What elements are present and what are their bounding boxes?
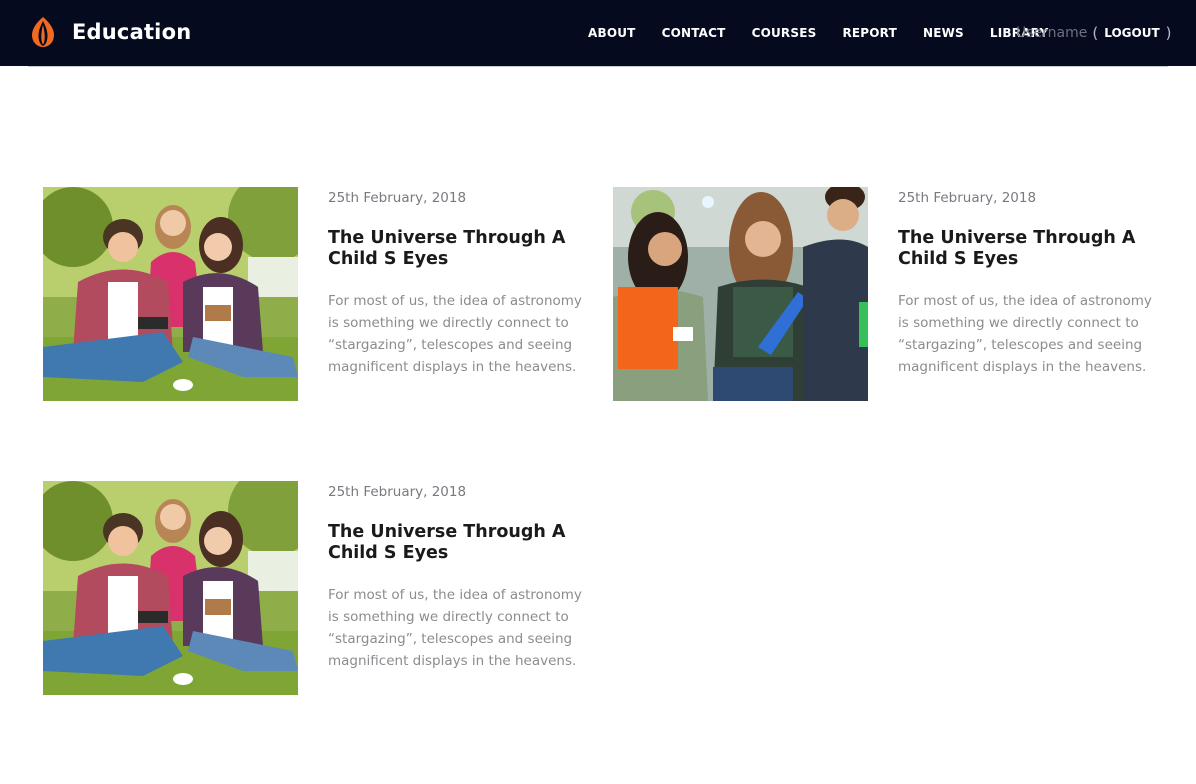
post-title-link[interactable]: The Universe Through A Child S Eyes (898, 228, 1158, 270)
post-excerpt: For most of us, the idea of astronomy is… (328, 587, 582, 669)
nav-link-news[interactable]: NEWS (923, 26, 964, 40)
paren-close: ) (1165, 24, 1172, 42)
nav-link-courses[interactable]: COURSES (752, 26, 817, 40)
post-date: 25th February, 2018 (898, 190, 1037, 206)
paren-open: ( (1092, 24, 1099, 42)
logout-link[interactable]: LOGOUT (1104, 26, 1159, 40)
post-date: 25th February, 2018 (328, 484, 467, 500)
post-card: 25th February, 2018 The Universe Through… (43, 481, 603, 695)
user-area: Username ( LOGOUT ) (1016, 0, 1172, 66)
brand-home-link[interactable]: Education (26, 14, 191, 50)
post-meta: 25th February, 2018 The Universe Through… (328, 187, 588, 378)
post-thumbnail[interactable] (43, 481, 298, 695)
nav-divider (28, 66, 1168, 67)
post-title-link[interactable]: The Universe Through A Child S Eyes (328, 522, 588, 564)
post-title-link[interactable]: The Universe Through A Child S Eyes (328, 228, 588, 270)
post-date: 25th February, 2018 (328, 190, 467, 206)
post-card: 25th February, 2018 The Universe Through… (613, 187, 1173, 401)
username-label: Username (1016, 25, 1088, 41)
students-walking-with-folders-image (613, 187, 868, 401)
top-navbar: Education ABOUT CONTACT COURSES REPORT N… (0, 0, 1196, 66)
main-nav: ABOUT CONTACT COURSES REPORT NEWS LIBRAR… (588, 0, 1074, 66)
post-excerpt: For most of us, the idea of astronomy is… (898, 293, 1152, 375)
post-excerpt: For most of us, the idea of astronomy is… (328, 293, 582, 375)
nav-link-about[interactable]: ABOUT (588, 26, 636, 40)
post-meta: 25th February, 2018 The Universe Through… (328, 481, 588, 672)
post-thumbnail[interactable] (43, 187, 298, 401)
students-reading-on-grass-image (43, 187, 298, 401)
flame-logo-icon (32, 17, 54, 47)
nav-link-report[interactable]: REPORT (842, 26, 897, 40)
post-card: 25th February, 2018 The Universe Through… (43, 187, 603, 401)
brand-name: Education (72, 20, 192, 44)
post-thumbnail[interactable] (613, 187, 868, 401)
students-reading-on-grass-image (43, 481, 298, 695)
post-meta: 25th February, 2018 The Universe Through… (898, 187, 1158, 378)
nav-link-contact[interactable]: CONTACT (662, 26, 726, 40)
